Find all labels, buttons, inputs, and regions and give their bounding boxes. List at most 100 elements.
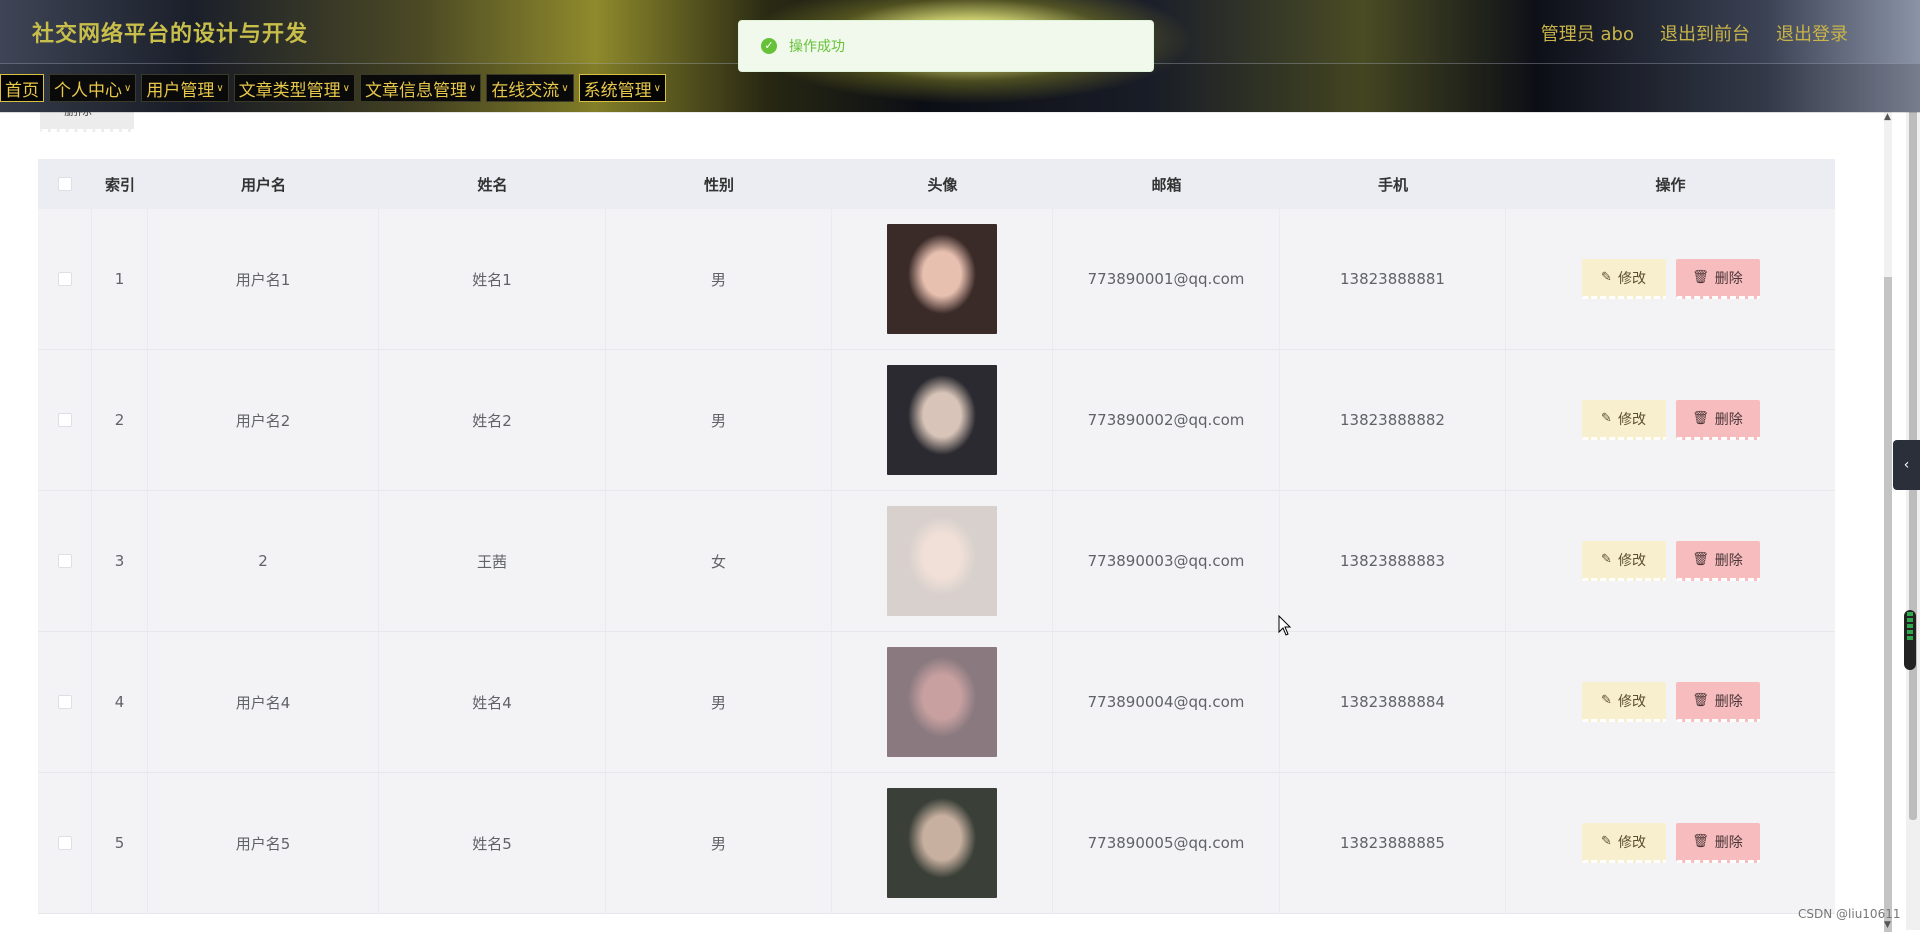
cell-phone: 13823888883 [1280, 491, 1506, 631]
cell-avatar [832, 350, 1053, 490]
avatar-image[interactable] [887, 788, 997, 898]
cell-username: 用户名1 [148, 209, 379, 349]
nav-item-label: 文章类型管理 [238, 80, 341, 101]
chevron-down-icon: ∨ [216, 82, 224, 94]
edit-button[interactable]: ✎ 修改 [1581, 823, 1666, 863]
edit-button[interactable]: ✎ 修改 [1581, 541, 1666, 581]
cell-index: 3 [92, 491, 148, 631]
col-header-avatar: 头像 [927, 175, 958, 194]
cell-gender: 女 [606, 491, 832, 631]
delete-label: 删除 [1714, 693, 1743, 710]
table-row: 2 用户名2 姓名2 男 773890002@qq.com 1382388888… [38, 350, 1835, 491]
select-all-checkbox[interactable] [58, 177, 72, 191]
delete-button[interactable]: 🗑 删除 [1675, 682, 1760, 722]
avatar-image[interactable] [887, 506, 997, 616]
cell-username: 用户名5 [148, 773, 379, 913]
chevron-down-icon: ∨ [653, 82, 661, 94]
nav-item-personal-center[interactable]: 个人中心 ∨ [49, 74, 137, 102]
delete-button[interactable]: 🗑 删除 [1675, 259, 1760, 299]
cell-phone: 13823888885 [1280, 773, 1506, 913]
col-header-phone: 手机 [1377, 175, 1408, 194]
cell-phone: 13823888881 [1280, 209, 1506, 349]
cell-actions: ✎ 修改 🗑 删除 [1506, 491, 1835, 631]
edit-button[interactable]: ✎ 修改 [1581, 400, 1666, 440]
side-panel-toggle[interactable]: ‹ [1893, 440, 1920, 490]
site-title: 社交网络平台的设计与开发 [32, 22, 309, 47]
delete-button[interactable]: 🗑 删除 [1675, 541, 1760, 581]
delete-label: 删除 [1714, 270, 1743, 287]
cell-gender: 男 [606, 209, 832, 349]
select-all-cell [38, 177, 92, 191]
col-header-index: 索引 [104, 175, 135, 194]
nav-item-label: 系统管理 [583, 80, 652, 101]
nav-item-system-management[interactable]: 系统管理 ∨ [578, 74, 666, 102]
col-header-name: 姓名 [477, 175, 508, 194]
delete-button[interactable]: 🗑 删除 [1675, 823, 1760, 863]
row-checkbox[interactable] [57, 413, 72, 427]
nav-item-label: 首页 [5, 80, 39, 101]
table-header: 索引 用户名 姓名 性别 头像 邮箱 手机 操作 [38, 159, 1835, 209]
page-scrollbar-thumb[interactable] [1909, 2, 1917, 820]
cell-name: 姓名2 [379, 350, 606, 490]
delete-button[interactable]: 🗑 删除 [1675, 400, 1760, 440]
row-select-cell [38, 491, 92, 631]
nav-item-article-info-management[interactable]: 文章信息管理 ∨ [359, 74, 482, 102]
edit-button[interactable]: ✎ 修改 [1581, 259, 1666, 299]
trash-icon: 🗑 [1692, 270, 1709, 285]
nav-item-online-chat[interactable]: 在线交流 ∨ [486, 74, 574, 102]
row-select-cell [38, 632, 92, 772]
cell-avatar [832, 209, 1053, 349]
nav-item-user-management[interactable]: 用户管理 ∨ [141, 74, 229, 102]
table-row: 4 用户名4 姓名4 男 773890004@qq.com 1382388888… [38, 632, 1835, 773]
row-checkbox[interactable] [57, 554, 72, 568]
edit-pencil-icon: ✎ [1601, 693, 1612, 708]
cell-username: 用户名2 [148, 350, 379, 490]
cell-actions: ✎ 修改 🗑 删除 [1506, 773, 1835, 913]
cell-name: 王茜 [379, 491, 606, 631]
cell-actions: ✎ 修改 🗑 删除 [1506, 209, 1835, 349]
admin-label[interactable]: 管理员 abo [1541, 20, 1634, 46]
edit-label: 修改 [1617, 411, 1646, 428]
scroll-up-arrow-icon[interactable]: ▲ [1884, 112, 1891, 122]
watermark: CSDN @liu10611 [1798, 907, 1901, 921]
delete-label: 删除 [1714, 834, 1743, 851]
to-frontend-link[interactable]: 退出到前台 [1660, 20, 1750, 46]
avatar-image[interactable] [887, 647, 997, 757]
avatar-image[interactable] [887, 365, 997, 475]
side-level-widget [1904, 610, 1916, 670]
nav-item-home[interactable]: 首页 [0, 74, 44, 102]
cell-gender: 男 [606, 773, 832, 913]
table-body: 1 用户名1 姓名1 男 773890001@qq.com 1382388888… [38, 209, 1835, 914]
row-checkbox[interactable] [57, 695, 72, 709]
edit-label: 修改 [1617, 693, 1646, 710]
edit-label: 修改 [1617, 270, 1646, 287]
chevron-down-icon: ∨ [342, 82, 350, 94]
trash-icon: 🗑 [1692, 411, 1709, 426]
chevron-down-icon: ∨ [124, 82, 132, 94]
cell-email: 773890001@qq.com [1053, 209, 1280, 349]
trash-icon: 🗑 [1692, 552, 1709, 567]
row-checkbox[interactable] [57, 272, 72, 286]
content-scrollbar-thumb[interactable] [1884, 277, 1892, 932]
logout-link[interactable]: 退出登录 [1776, 20, 1848, 46]
content-scrollbar[interactable]: ▲ ▼ [1884, 112, 1892, 932]
avatar-image[interactable] [887, 224, 997, 334]
scroll-down-arrow-icon[interactable]: ▼ [1884, 920, 1891, 930]
chevron-left-icon: ‹ [1903, 457, 1910, 473]
edit-pencil-icon: ✎ [1601, 270, 1612, 285]
col-header-username: 用户名 [240, 175, 286, 194]
edit-label: 修改 [1617, 834, 1646, 851]
user-table: 索引 用户名 姓名 性别 头像 邮箱 手机 操作 1 用户名1 姓名1 男 77… [38, 159, 1835, 914]
success-toast: ✓ 操作成功 [738, 20, 1154, 72]
row-checkbox[interactable] [57, 836, 72, 850]
row-select-cell [38, 773, 92, 913]
cell-name: 姓名5 [379, 773, 606, 913]
edit-button[interactable]: ✎ 修改 [1581, 682, 1666, 722]
cell-email: 773890002@qq.com [1053, 350, 1280, 490]
delete-label: 删除 [1714, 552, 1743, 569]
nav-item-article-type-management[interactable]: 文章类型管理 ∨ [233, 74, 355, 102]
cell-gender: 男 [606, 350, 832, 490]
chevron-down-icon: ∨ [468, 82, 477, 94]
row-select-cell [38, 350, 92, 490]
edit-label: 修改 [1617, 552, 1646, 569]
